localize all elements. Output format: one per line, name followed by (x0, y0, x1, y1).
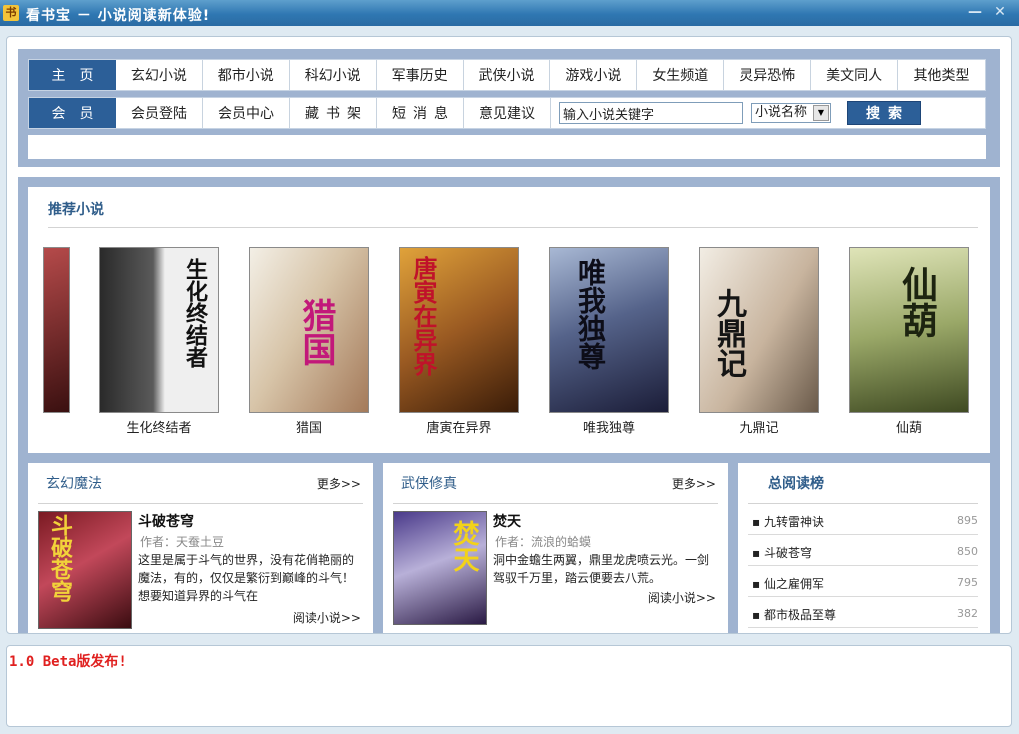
wuxia-more-link[interactable]: 更多>> (672, 475, 716, 492)
ranking-item-name: ▪ 仙之雇佣军 (752, 577, 824, 591)
ranking-title: 总阅读榜 (768, 476, 824, 492)
book-cover[interactable]: 猎国 (249, 247, 369, 413)
wuxia-book-description: 洞中金蟾生两翼，鼎里龙虎喷云光。一剑驾驭千万里，踏云便要去八荒。 (493, 553, 710, 585)
app-book-icon: 书 (3, 5, 19, 21)
nav-category-youxi[interactable]: 游戏小说 (550, 60, 638, 90)
search-input[interactable] (559, 102, 743, 124)
nav-empty-strip (28, 135, 986, 159)
ranking-item-count: 895 (957, 514, 978, 527)
nav-category-other[interactable]: 其他类型 (898, 60, 985, 90)
nav-category-dushi[interactable]: 都市小说 (203, 60, 290, 90)
nav-member[interactable]: 会员 (29, 98, 116, 128)
book-title-link[interactable]: 猎国 (249, 417, 369, 436)
xuanhuan-book-title[interactable]: 斗破苍穹 (138, 511, 194, 531)
nav-category-meiwen[interactable]: 美文同人 (811, 60, 899, 90)
wuxia-book-title[interactable]: 焚天 (493, 511, 521, 531)
recommend-divider (48, 227, 978, 228)
wuxia-book-author: 作者：流浪的蛤蟆 (495, 533, 591, 550)
close-button[interactable]: ✕ (991, 3, 1009, 21)
book-title-link[interactable]: 九鼎记 (699, 417, 819, 436)
xuanhuan-more-link[interactable]: 更多>> (317, 475, 361, 492)
xuanhuan-title: 玄幻魔法 (46, 476, 102, 492)
nav-member-login[interactable]: 会员登陆 (116, 98, 203, 128)
author-label: 作者： (495, 535, 532, 549)
nav-category-junshi[interactable]: 军事历史 (377, 60, 464, 90)
ranking-item-count: 850 (957, 545, 978, 558)
wuxia-panel: 武侠修真 更多>> 焚天 焚天 作者：流浪的蛤蟆 洞中金蟾生两翼，鼎里龙虎喷云光… (383, 463, 728, 633)
nav-messages[interactable]: 短消息 (377, 98, 464, 128)
ranking-item-name: ▪ 都市极品至尊 (752, 608, 836, 622)
xuanhuan-book-description: 这里是属于斗气的世界，没有花俏艳丽的魔法，有的，仅仅是繁衍到巅峰的斗气！想要知道… (138, 553, 355, 603)
cover-title-text: 九鼎记 (711, 288, 746, 378)
recommend-title: 推荐小说 (48, 202, 104, 218)
navigation-box: 主页 玄幻小说 都市小说 科幻小说 军事历史 武侠小说 游戏小说 女生频道 灵异… (18, 49, 1000, 167)
ranking-item-count: 382 (957, 607, 978, 620)
xuanhuan-book-cover[interactable]: 斗破苍穹 (38, 511, 132, 629)
cover-title-text: 唐寅在异界 (409, 256, 437, 376)
book-cover[interactable]: 九鼎记 (699, 247, 819, 413)
nav-row-member: 会员 会员登陆 会员中心 藏书架 短消息 意见建议 小说名称 ▼ 搜索 (28, 97, 986, 129)
search-type-value: 小说名称 (755, 105, 808, 120)
author-label: 作者： (140, 535, 177, 549)
cover-title-text: 生化终结者 (182, 258, 207, 368)
recommend-section: 推荐小说 生化终结者 猎国 唐寅在异界 唯我独尊 九鼎记 仙葫 生化终结者 猎国… (28, 187, 990, 453)
wuxia-read-link[interactable]: 阅读小说>> (648, 589, 716, 606)
panel-divider (393, 503, 718, 504)
nav-category-lingyi[interactable]: 灵异恐怖 (724, 60, 812, 90)
book-cover[interactable]: 唐寅在异界 (399, 247, 519, 413)
book-title-link[interactable]: 唯我独尊 (549, 417, 669, 436)
nav-category-kehuan[interactable]: 科幻小说 (290, 60, 377, 90)
cover-title-text: 斗破苍穹 (47, 514, 72, 602)
nav-category-xuanhuan[interactable]: 玄幻小说 (116, 60, 203, 90)
nav-category-wuxia[interactable]: 武侠小说 (464, 60, 551, 90)
title-bar: 书 看书宝 － 小说阅读新体验! — ✕ (0, 0, 1019, 26)
search-button[interactable]: 搜索 (847, 101, 921, 125)
book-title-link[interactable]: 唐寅在异界 (399, 417, 519, 436)
nav-bookshelf[interactable]: 藏书架 (290, 98, 377, 128)
panel-divider (38, 503, 363, 504)
ranking-item[interactable]: ▪ 仙之雇佣军 795 (748, 566, 978, 597)
nav-feedback[interactable]: 意见建议 (464, 98, 551, 128)
ranking-item-count: 795 (957, 576, 978, 589)
dropdown-arrow-icon[interactable]: ▼ (813, 105, 829, 121)
nav-home[interactable]: 主页 (29, 60, 116, 90)
xuanhuan-panel: 玄幻魔法 更多>> 斗破苍穹 斗破苍穹 作者：天蚕土豆 这里是属于斗气的世界，没… (28, 463, 373, 633)
cover-title-text: 焚天 (449, 520, 479, 572)
xuanhuan-read-link[interactable]: 阅读小说>> (293, 609, 361, 626)
minimize-button[interactable]: — (966, 3, 984, 21)
content-box: 推荐小说 生化终结者 猎国 唐寅在异界 唯我独尊 九鼎记 仙葫 生化终结者 猎国… (18, 177, 1000, 633)
author-name: 流浪的蛤蟆 (531, 535, 592, 549)
ranking-item[interactable]: ▪ 九转雷神诀 895 (748, 504, 978, 535)
ranking-item-name: ▪ 斗破苍穹 (752, 546, 812, 560)
cover-title-text: 猎国 (296, 298, 336, 366)
window-title: 看书宝 － 小说阅读新体验! (26, 8, 211, 24)
wuxia-title: 武侠修真 (401, 476, 457, 492)
ranking-item[interactable]: ▪ 斗破苍穹 850 (748, 535, 978, 566)
book-cover[interactable]: 仙葫 (849, 247, 969, 413)
main-panel: 主页 玄幻小说 都市小说 科幻小说 军事历史 武侠小说 游戏小说 女生频道 灵异… (6, 36, 1012, 634)
nav-row-categories: 主页 玄幻小说 都市小说 科幻小说 军事历史 武侠小说 游戏小说 女生频道 灵异… (28, 59, 986, 91)
nav-category-nvsheng[interactable]: 女生频道 (637, 60, 725, 90)
book-cover-partial[interactable] (43, 247, 70, 413)
ranking-panel: 总阅读榜 ▪ 九转雷神诀 895 ▪ 斗破苍穹 850 ▪ 仙之雇佣军 795 … (738, 463, 990, 633)
book-cover[interactable]: 唯我独尊 (549, 247, 669, 413)
book-cover[interactable]: 生化终结者 (99, 247, 219, 413)
cover-title-text: 仙葫 (896, 266, 937, 338)
nav-member-center[interactable]: 会员中心 (203, 98, 290, 128)
wuxia-book-cover[interactable]: 焚天 (393, 511, 487, 625)
book-title-link[interactable]: 生化终结者 (99, 417, 219, 436)
book-title-link[interactable]: 仙葫 (849, 417, 969, 436)
ranking-item[interactable]: ▪ 都市极品至尊 382 (748, 597, 978, 628)
status-area: 1.0 Beta版发布! (6, 645, 1012, 727)
ranking-item-name: ▪ 九转雷神诀 (752, 515, 824, 529)
search-type-select[interactable]: 小说名称 ▼ (751, 103, 831, 123)
xuanhuan-book-author: 作者：天蚕土豆 (140, 533, 224, 550)
author-name: 天蚕土豆 (176, 535, 225, 549)
cover-title-text: 唯我独尊 (574, 258, 607, 370)
status-message: 1.0 Beta版发布! (9, 654, 127, 670)
